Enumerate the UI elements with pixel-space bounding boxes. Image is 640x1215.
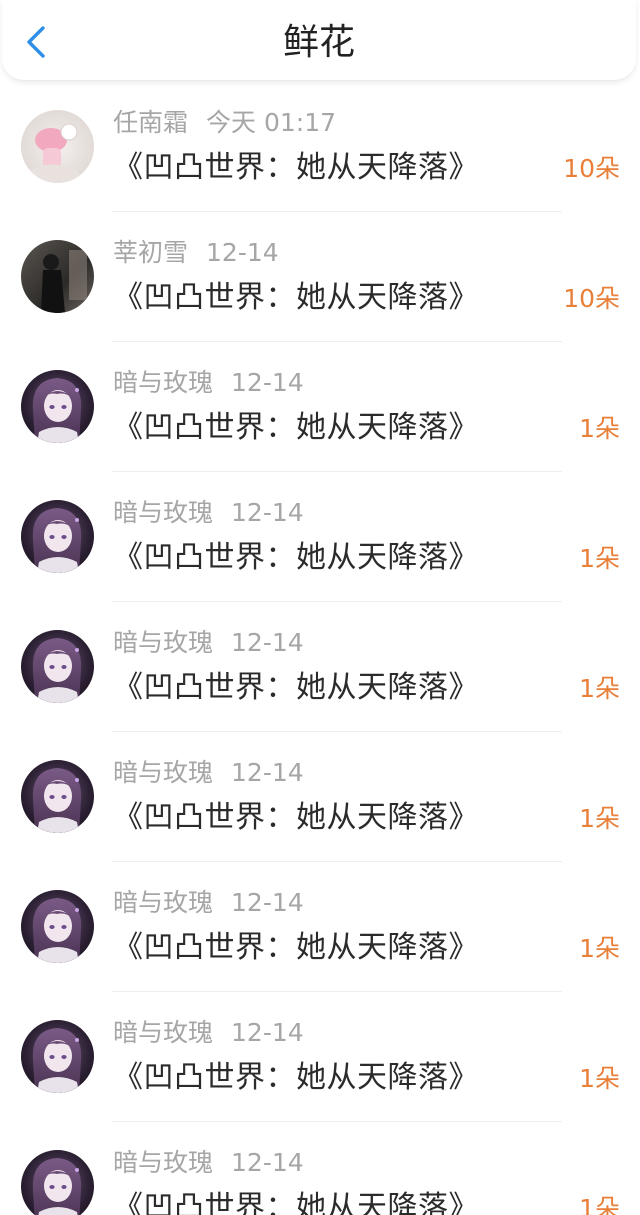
item-meta: 莘初雪 12-14 xyxy=(113,237,279,269)
avatar[interactable] xyxy=(21,240,94,313)
list-item[interactable]: 暗与玫瑰 12-14 《凹凸世界：她从天降落》 1朵 xyxy=(0,1122,640,1215)
timestamp: 12-14 xyxy=(231,498,304,527)
page-title: 鲜花 xyxy=(282,22,355,63)
user-name[interactable]: 暗与玫瑰 xyxy=(113,758,213,787)
flower-count: 1朵 xyxy=(579,1064,620,1093)
user-name[interactable]: 暗与玫瑰 xyxy=(113,498,213,527)
avatar[interactable] xyxy=(21,370,94,443)
user-name[interactable]: 暗与玫瑰 xyxy=(113,628,213,657)
flower-count: 1朵 xyxy=(579,804,620,833)
timestamp: 12-14 xyxy=(231,1018,304,1047)
list-item[interactable]: 莘初雪 12-14 《凹凸世界：她从天降落》 10朵 xyxy=(0,212,640,342)
list-item[interactable]: 暗与玫瑰 12-14 《凹凸世界：她从天降落》 1朵 xyxy=(0,602,640,732)
book-title[interactable]: 《凹凸世界：她从天降落》 xyxy=(113,928,479,968)
avatar[interactable] xyxy=(21,1020,94,1093)
flower-list-screen: 鲜花 任南霜 今天 01:17 《凹凸世界：她从天降落》 10朵 莘初雪 12-14… xyxy=(0,0,640,1215)
user-name[interactable]: 暗与玫瑰 xyxy=(113,1018,213,1047)
book-title[interactable]: 《凹凸世界：她从天降落》 xyxy=(113,538,479,578)
avatar[interactable] xyxy=(21,630,94,703)
flower-count: 1朵 xyxy=(579,1194,620,1215)
user-name[interactable]: 任南霜 xyxy=(113,108,188,137)
item-meta: 暗与玫瑰 12-14 xyxy=(113,497,304,529)
book-title[interactable]: 《凹凸世界：她从天降落》 xyxy=(113,278,479,318)
book-title[interactable]: 《凹凸世界：她从天降落》 xyxy=(113,1188,479,1215)
flower-count: 1朵 xyxy=(579,544,620,573)
book-title[interactable]: 《凹凸世界：她从天降落》 xyxy=(113,668,479,708)
flower-count: 10朵 xyxy=(563,154,620,183)
book-title[interactable]: 《凹凸世界：她从天降落》 xyxy=(113,798,479,838)
user-name[interactable]: 暗与玫瑰 xyxy=(113,888,213,917)
flower-record-list: 任南霜 今天 01:17 《凹凸世界：她从天降落》 10朵 莘初雪 12-14 《凹… xyxy=(0,82,640,1215)
flower-count: 1朵 xyxy=(579,414,620,443)
book-title[interactable]: 《凹凸世界：她从天降落》 xyxy=(113,148,479,188)
item-meta: 暗与玫瑰 12-14 xyxy=(113,1017,304,1049)
book-title[interactable]: 《凹凸世界：她从天降落》 xyxy=(113,1058,479,1098)
user-name[interactable]: 莘初雪 xyxy=(113,238,188,267)
list-item[interactable]: 暗与玫瑰 12-14 《凹凸世界：她从天降落》 1朵 xyxy=(0,472,640,602)
flower-count: 1朵 xyxy=(579,674,620,703)
item-meta: 暗与玫瑰 12-14 xyxy=(113,887,304,919)
top-nav-bar: 鲜花 xyxy=(2,0,636,81)
list-item[interactable]: 暗与玫瑰 12-14 《凹凸世界：她从天降落》 1朵 xyxy=(0,862,640,992)
list-item[interactable]: 任南霜 今天 01:17 《凹凸世界：她从天降落》 10朵 xyxy=(0,82,640,212)
list-item[interactable]: 暗与玫瑰 12-14 《凹凸世界：她从天降落》 1朵 xyxy=(0,732,640,862)
item-meta: 暗与玫瑰 12-14 xyxy=(113,627,304,659)
book-title[interactable]: 《凹凸世界：她从天降落》 xyxy=(113,408,479,448)
list-item[interactable]: 暗与玫瑰 12-14 《凹凸世界：她从天降落》 1朵 xyxy=(0,342,640,472)
avatar[interactable] xyxy=(21,760,94,833)
timestamp: 今天 01:17 xyxy=(206,108,337,137)
timestamp: 12-14 xyxy=(206,238,279,267)
avatar[interactable] xyxy=(21,890,94,963)
avatar[interactable] xyxy=(21,110,94,183)
user-name[interactable]: 暗与玫瑰 xyxy=(113,1148,213,1177)
item-meta: 暗与玫瑰 12-14 xyxy=(113,367,304,399)
flower-count: 10朵 xyxy=(563,284,620,313)
item-meta: 暗与玫瑰 12-14 xyxy=(113,757,304,789)
flower-count: 1朵 xyxy=(579,934,620,963)
timestamp: 12-14 xyxy=(231,758,304,787)
timestamp: 12-14 xyxy=(231,368,304,397)
timestamp: 12-14 xyxy=(231,628,304,657)
timestamp: 12-14 xyxy=(231,1148,304,1177)
item-meta: 任南霜 今天 01:17 xyxy=(113,107,336,139)
avatar[interactable] xyxy=(21,1150,94,1215)
list-item[interactable]: 暗与玫瑰 12-14 《凹凸世界：她从天降落》 1朵 xyxy=(0,992,640,1122)
avatar[interactable] xyxy=(21,500,94,573)
timestamp: 12-14 xyxy=(231,888,304,917)
user-name[interactable]: 暗与玫瑰 xyxy=(113,368,213,397)
item-meta: 暗与玫瑰 12-14 xyxy=(113,1147,304,1179)
